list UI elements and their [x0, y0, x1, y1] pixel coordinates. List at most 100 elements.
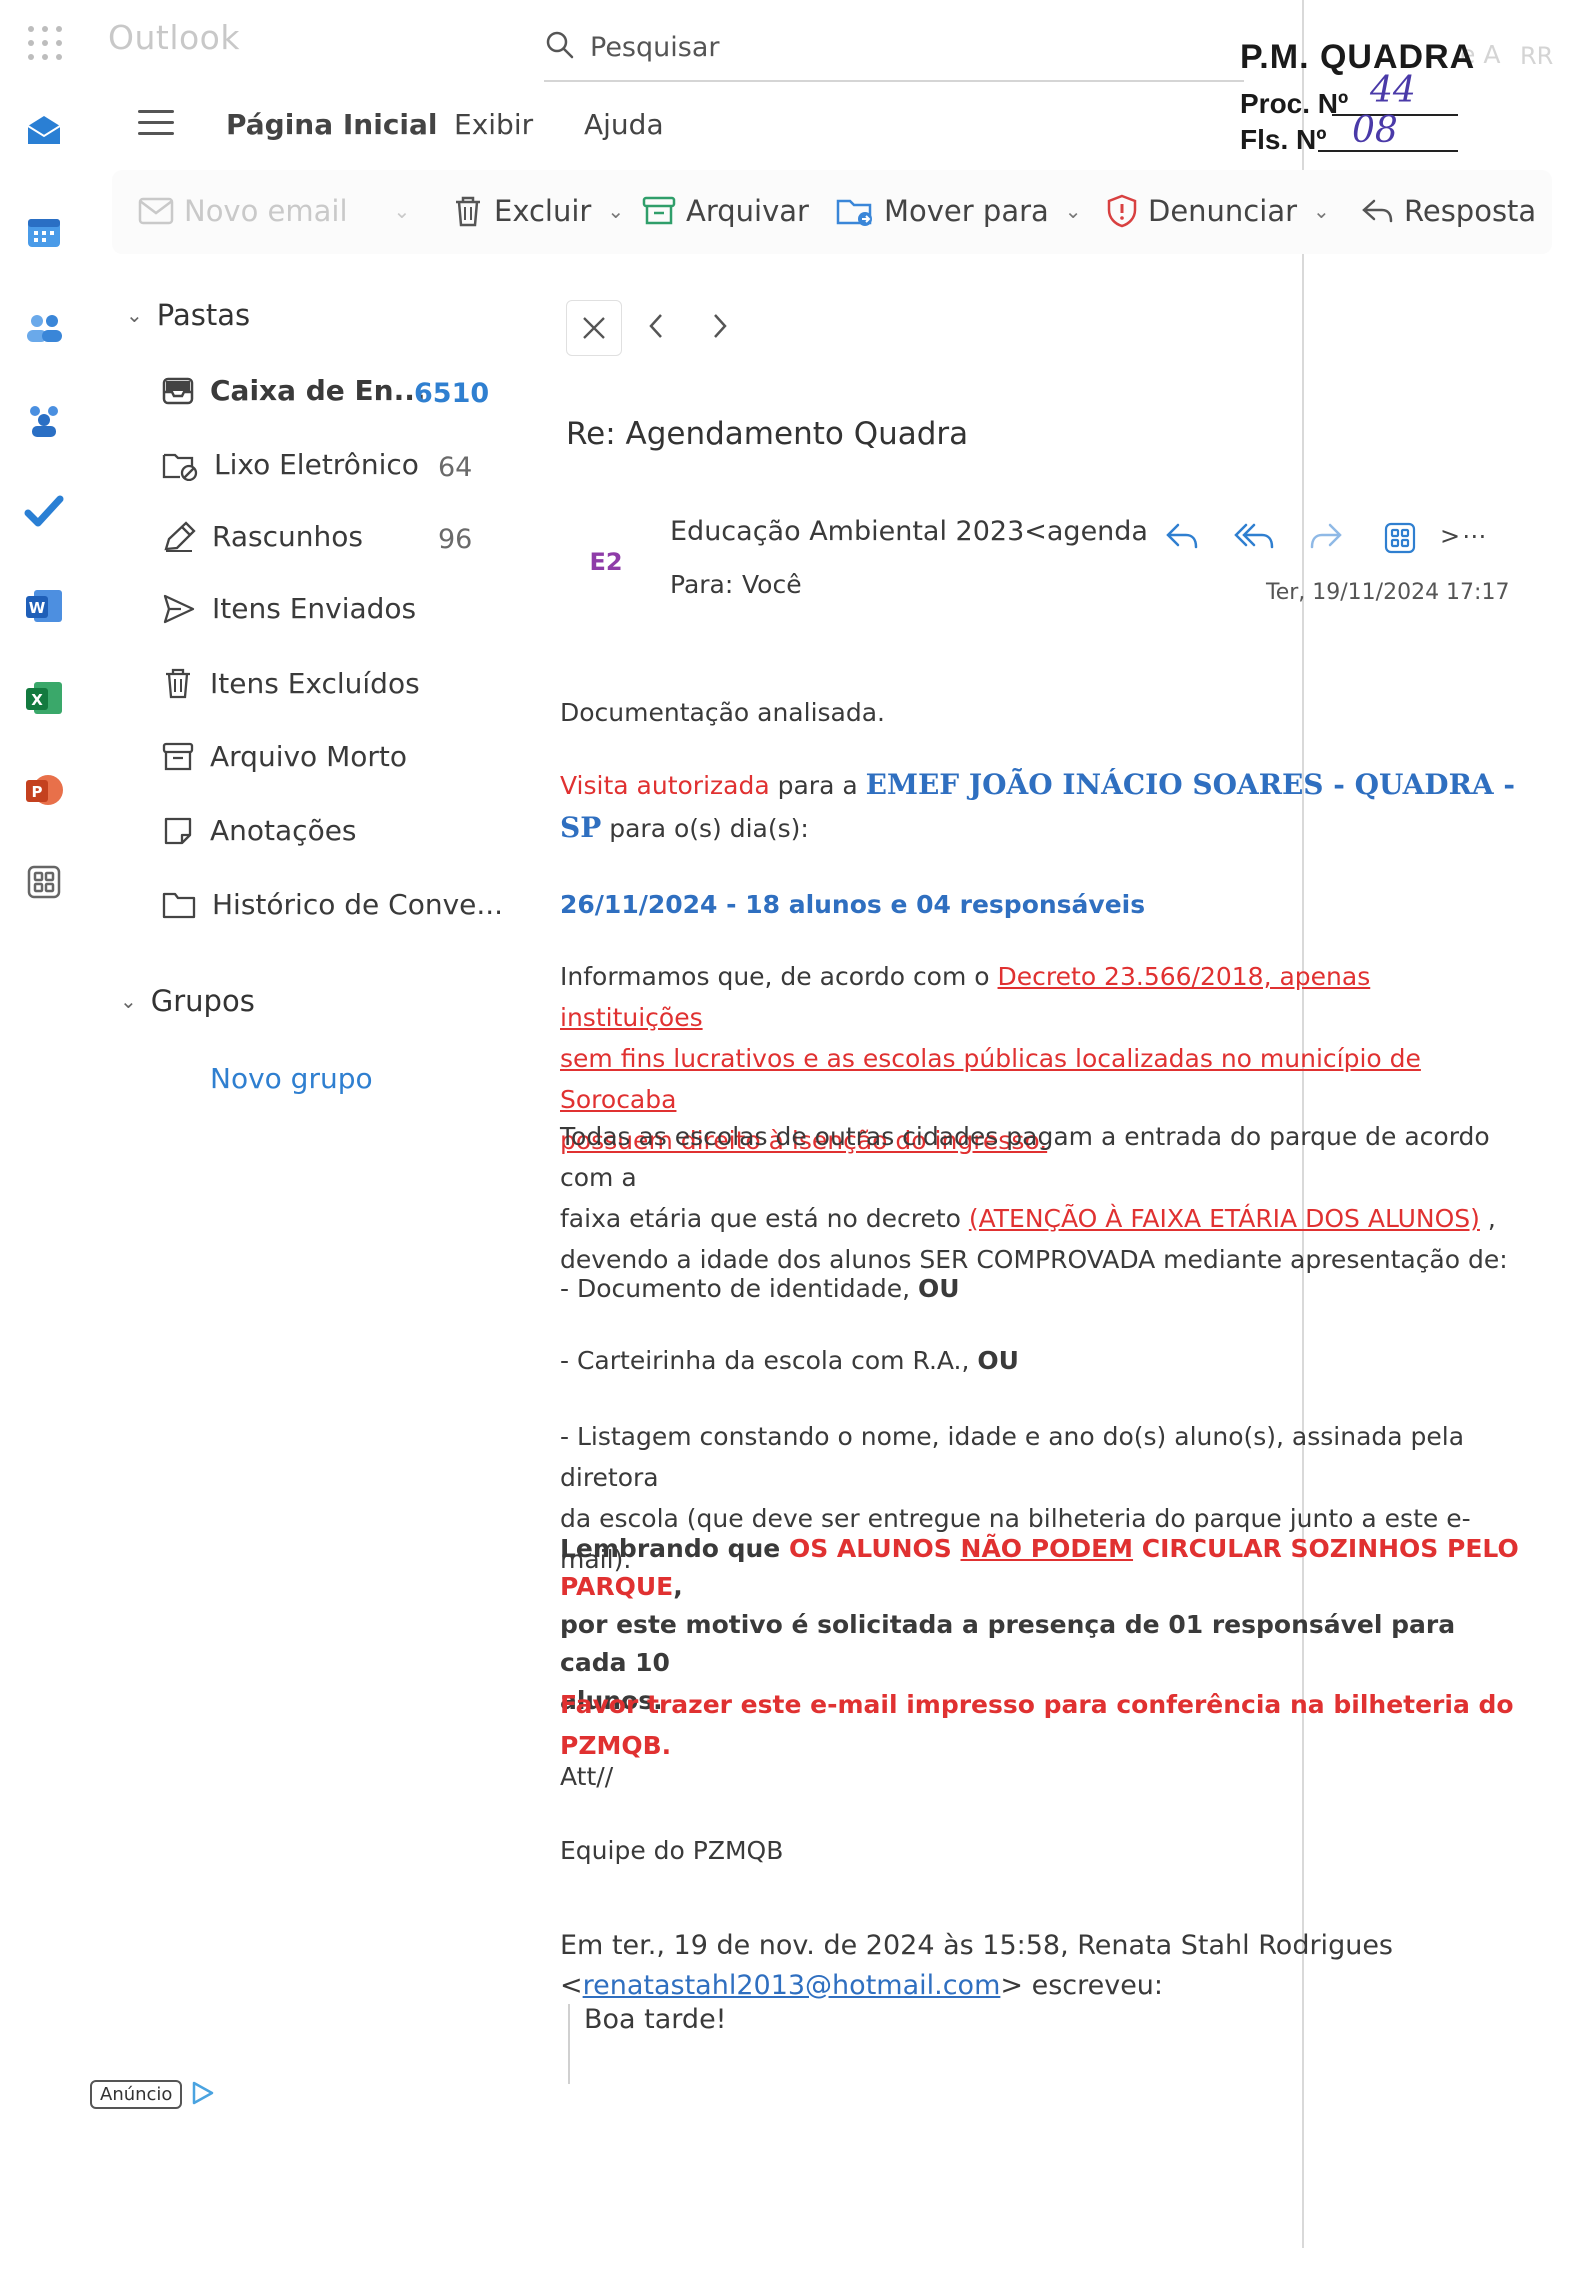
chevron-down-icon[interactable]: ⌄ — [607, 199, 624, 223]
delete-label: Excluir — [494, 194, 592, 228]
forward-icon[interactable] — [1308, 520, 1344, 556]
folder-conversation-history[interactable]: Histórico de Conve... — [162, 888, 503, 921]
body-text: por este motivo é solicitada a presença … — [560, 1610, 1456, 1677]
chevron-left-icon[interactable] — [646, 312, 666, 344]
shield-alert-icon — [1107, 194, 1137, 228]
reply-label: Resposta — [1404, 194, 1537, 228]
body-text: Lembrando que — [560, 1534, 789, 1563]
envelope-icon — [138, 197, 174, 225]
avatar[interactable]: RR — [1520, 42, 1553, 70]
folder-label: Arquivo Morto — [210, 740, 407, 773]
unread-count: 6510 — [414, 378, 490, 409]
folders-section-header[interactable]: ⌄ Pastas — [126, 298, 250, 332]
body-text: > escreveu: — [1000, 1970, 1164, 2001]
mail-icon[interactable] — [22, 108, 66, 152]
folder-drafts[interactable]: Rascunhos — [162, 520, 363, 553]
body-authorization: Visita autorizada para a EMEF JOÃO INÁCI… — [560, 764, 1520, 850]
powerpoint-icon[interactable]: P — [22, 768, 66, 812]
folder-deleted[interactable]: Itens Excluídos — [162, 666, 420, 700]
quote-bar — [568, 2004, 570, 2084]
svg-text:W: W — [29, 599, 46, 617]
protocol-stamp-title: P.M. QUADRA — [1240, 38, 1476, 76]
requirement-item: - Documento de identidade, OU — [560, 1268, 1520, 1309]
folder-move-icon — [836, 199, 872, 226]
folder-archive[interactable]: Arquivo Morto — [162, 740, 407, 773]
message-date: Ter, 19/11/2024 17:17 — [1266, 580, 1510, 605]
archive-button[interactable]: Arquivar — [642, 194, 809, 228]
school-name: EMEF JOÃO INÁCIO SOARES - QUADRA - — [865, 768, 1515, 801]
body-text: Em ter., 19 de nov. de 2024 às 15:58, Re… — [560, 1930, 1393, 1961]
svg-text:P: P — [32, 783, 43, 801]
search-box[interactable]: Pesquisar — [544, 14, 1244, 82]
delete-button[interactable]: Excluir ⌄ — [452, 194, 624, 228]
folder-icon — [162, 892, 196, 918]
folder-label: Itens Enviados — [212, 592, 417, 625]
move-to-button[interactable]: Mover para ⌄ — [836, 194, 1082, 228]
folder-junk[interactable]: Lixo Eletrônico — [162, 448, 419, 481]
people-icon[interactable] — [22, 306, 66, 350]
tab-help[interactable]: Ajuda — [584, 108, 664, 141]
groups-icon[interactable] — [22, 398, 66, 442]
app-brand: Outlook — [108, 18, 240, 57]
quoted-text: Boa tarde! — [584, 2004, 727, 2035]
email-link[interactable]: renatastahl2013@hotmail.com — [583, 1970, 1001, 2001]
folder-sent[interactable]: Itens Enviados — [162, 592, 416, 625]
pencil-icon — [164, 520, 196, 552]
avatar[interactable]: E2 — [580, 536, 632, 588]
reply-all-icon[interactable] — [1234, 520, 1276, 556]
more-actions-icon[interactable]: >⋯ — [1440, 522, 1488, 550]
trash-icon — [166, 668, 190, 699]
svg-text:X: X — [31, 691, 43, 709]
folder-notes[interactable]: Anotações — [162, 814, 357, 847]
recipient[interactable]: Você — [742, 570, 802, 599]
send-icon — [163, 594, 195, 623]
body-text: Todas as escolas de outras cidades pagam… — [560, 1122, 1490, 1192]
tab-view[interactable]: Exibir — [454, 108, 533, 141]
body-paragraph: Documentação analisada. — [560, 698, 885, 727]
body-text: - Listagem constando o nome, idade e ano… — [560, 1422, 1465, 1492]
report-button[interactable]: Denunciar ⌄ — [1106, 194, 1330, 228]
close-icon[interactable] — [566, 300, 622, 356]
new-group-link[interactable]: Novo grupo — [210, 1062, 373, 1095]
reply-icon[interactable] — [1164, 520, 1200, 556]
ad-choices-icon[interactable] — [190, 2080, 216, 2110]
chevron-down-icon: ⌄ — [120, 989, 137, 1013]
archive-icon — [642, 196, 676, 225]
sign-off: Att// — [560, 1762, 614, 1791]
calendar-icon[interactable] — [22, 210, 66, 254]
excel-icon[interactable]: X — [22, 676, 66, 720]
chevron-down-icon[interactable]: ⌄ — [394, 199, 411, 223]
junk-folder-icon — [162, 453, 198, 481]
folders-title: Pastas — [156, 298, 251, 332]
word-icon[interactable]: W — [22, 584, 66, 628]
body-fees: Todas as escolas de outras cidades pagam… — [560, 1116, 1520, 1280]
menu-hamburger-icon[interactable] — [138, 110, 174, 138]
reply-button[interactable]: Resposta — [1360, 194, 1536, 228]
message-subject: Re: Agendamento Quadra — [566, 416, 969, 452]
age-range-link[interactable]: (ATENÇÃO À FAIXA ETÁRIA DOS ALUNOS) — [969, 1204, 1480, 1233]
tab-home[interactable]: Página Inicial — [226, 108, 438, 141]
app-launcher-icon[interactable] — [28, 26, 64, 62]
visit-date: 26/11/2024 - 18 alunos e 04 responsáveis — [560, 890, 1146, 919]
body-text: Informamos que, de acordo com o — [560, 962, 998, 991]
signature: Equipe do PZMQB — [560, 1836, 784, 1865]
new-email-button[interactable]: Novo email ⌄ — [138, 194, 410, 228]
groups-section-header[interactable]: ⌄ Grupos — [120, 984, 255, 1018]
chevron-down-icon[interactable]: ⌄ — [1313, 199, 1330, 223]
folder-inbox[interactable]: Caixa de En... — [162, 374, 426, 407]
apps-grid-icon[interactable] — [1384, 522, 1416, 558]
folder-count: 64 — [438, 452, 473, 483]
folder-label: Histórico de Conve... — [212, 888, 504, 921]
search-input[interactable]: Pesquisar — [590, 32, 719, 63]
recipient-label: Para: — [670, 570, 734, 599]
visit-authorized-text: Visita autorizada — [560, 771, 770, 800]
sender[interactable]: Educação Ambiental 2023<agendamer — [670, 516, 1150, 547]
body-text: < — [560, 1970, 583, 2001]
chevron-down-icon[interactable]: ⌄ — [1065, 199, 1082, 223]
body-text: OU — [918, 1274, 960, 1303]
more-apps-icon[interactable] — [22, 860, 66, 904]
chevron-right-icon[interactable] — [710, 312, 730, 344]
decree-link[interactable]: sem fins lucrativos e as escolas pública… — [560, 1044, 1421, 1114]
todo-icon[interactable] — [22, 490, 66, 534]
sheet-number-label: Fls. Nº — [1240, 124, 1327, 155]
